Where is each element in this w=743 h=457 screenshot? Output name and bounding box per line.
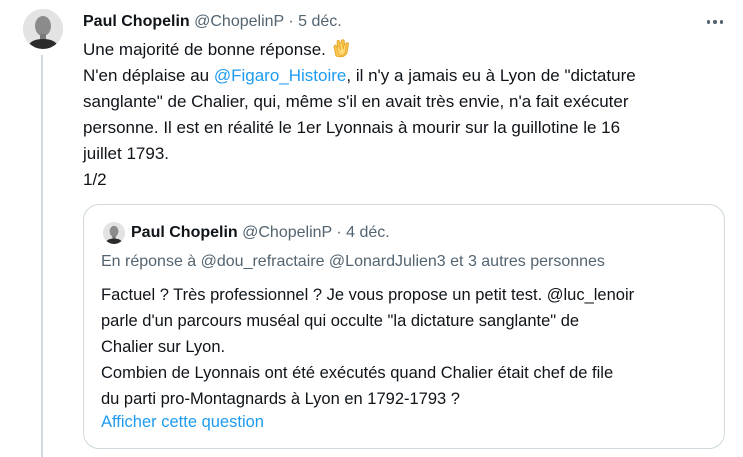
quoted-author-handle: @ChopelinP [242,224,332,241]
quoted-line-4: Combien de Lyonnais ont été exécutés qua… [101,364,614,382]
quoted-tweet-card[interactable]: Paul Chopelin @ChopelinP · 4 déc. En rép… [83,204,725,449]
clapping-hands-icon [333,39,349,58]
avatar[interactable] [23,9,63,49]
mention-link[interactable]: @Figaro_Histoire [214,66,347,85]
quoted-line-5: du parti pro-Montagnards à Lyon en 1792-… [101,390,460,408]
tweet-header: Paul Chopelin @ChopelinP · 5 déc. [83,11,342,33]
reply-context: En réponse à @dou_refractaire @LonardJul… [101,253,605,270]
tweet-line-3: sanglante" de Chalier, qui, même s'il en… [83,92,629,111]
tweet-line-1: Une majorité de bonne réponse. [83,37,723,63]
quoted-line-2: parle d'un parcours muséal qui occulte "… [101,312,580,330]
more-horizontal-icon [706,20,711,24]
quoted-line-1: Factuel ? Très professionnel ? Je vous p… [101,286,635,304]
thread-line [41,55,43,457]
quoted-avatar-photo [103,222,125,244]
author-name[interactable]: Paul Chopelin [83,13,190,30]
quoted-date: 4 déc. [346,224,390,241]
quoted-text: Factuel ? Très professionnel ? Je vous p… [101,282,711,412]
reply-users: @dou_refractaire @LonardJulien3 [200,253,446,270]
tweet-line-4: personne. Il est en réalité le 1er Lyonn… [83,118,621,137]
tweet-line-2: N'en déplaise au @Figaro_Histoire, il n'… [83,66,636,85]
quoted-header: Paul Chopelin @ChopelinP · 4 déc. [131,222,390,244]
tweet-line-5: juillet 1793. [83,144,170,163]
separator-dot: · [288,13,294,30]
quoted-author-name: Paul Chopelin [131,224,238,241]
quoted-line-3: Chalier sur Lyon. [101,338,226,356]
tweet-line-6: 1/2 [83,170,107,189]
author-handle[interactable]: @ChopelinP [194,13,284,30]
show-question-link[interactable]: Afficher cette question [101,411,264,433]
quoted-separator-dot: · [336,224,342,241]
quoted-avatar [103,222,125,244]
avatar-photo [23,9,63,49]
tweet-text: Une majorité de bonne réponse. N'en dépl… [83,37,723,193]
more-options-button[interactable] [703,12,727,32]
tweet-date[interactable]: 5 déc. [298,13,342,30]
